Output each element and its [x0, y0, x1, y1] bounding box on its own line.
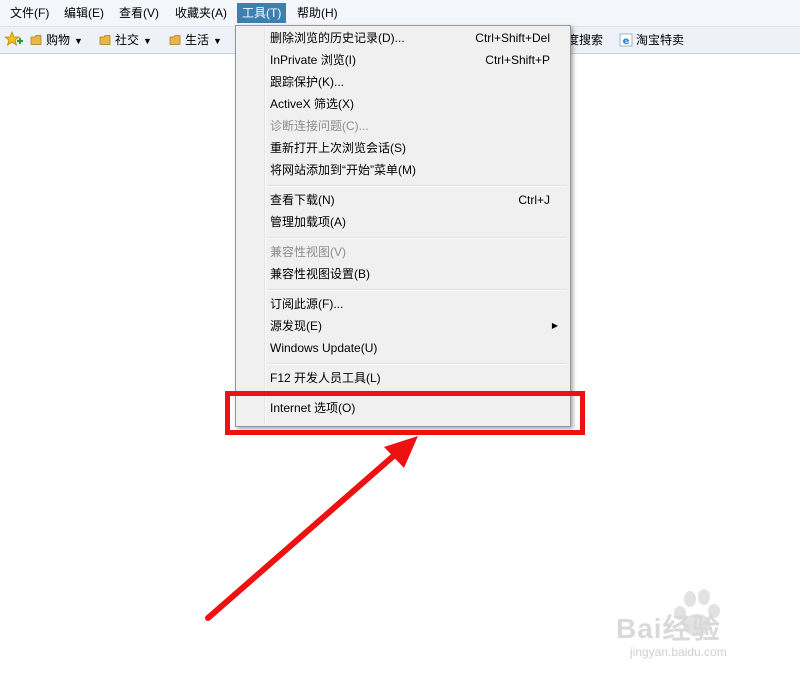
watermark-url: jingyan.baidu.com	[630, 645, 727, 659]
watermark-brand: Bai经验	[616, 613, 721, 644]
annotation-arrow-icon	[205, 436, 418, 621]
